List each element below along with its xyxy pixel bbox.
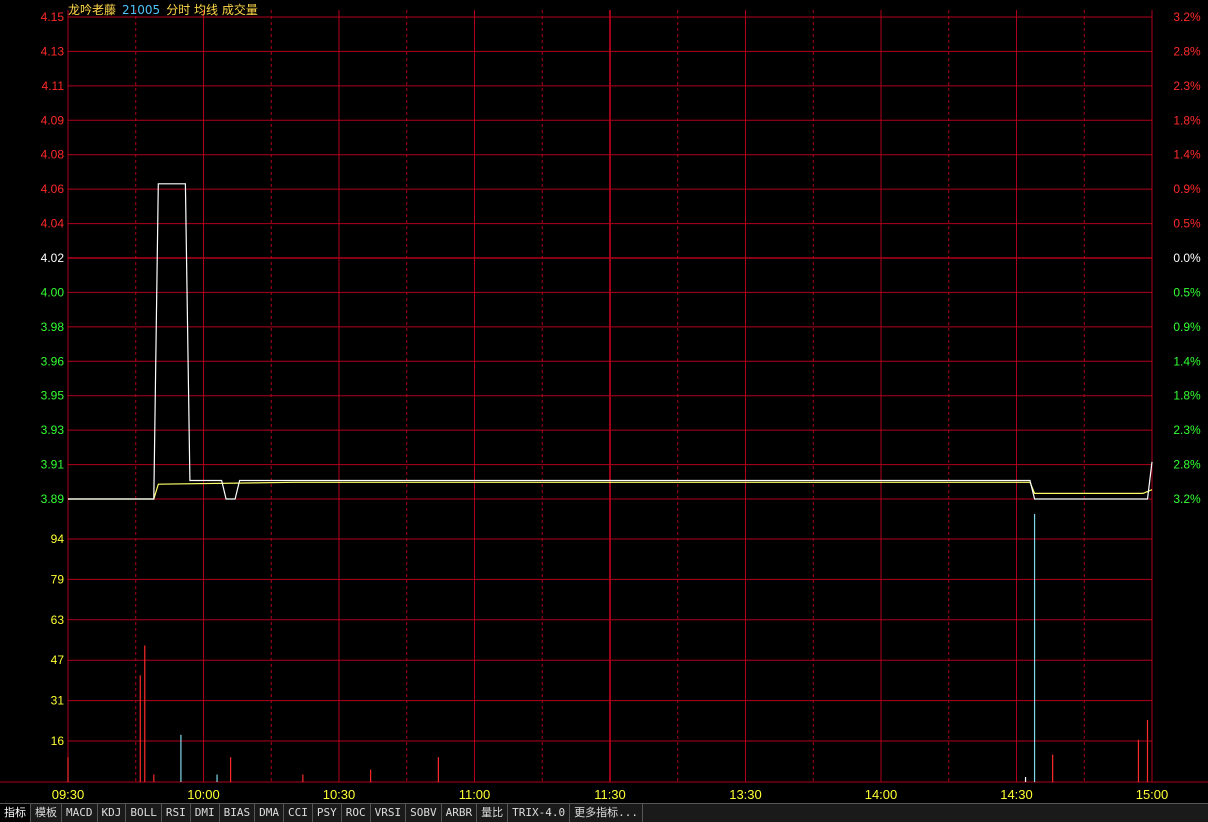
time-tick-label: 15:00 <box>1136 787 1169 802</box>
tab-sobv[interactable]: SOBV <box>406 804 442 822</box>
time-tick-label: 14:30 <box>1000 787 1033 802</box>
tab-boll[interactable]: BOLL <box>126 804 162 822</box>
percent-tick-label: 3.2% <box>1173 492 1201 506</box>
tab-psy[interactable]: PSY <box>313 804 342 822</box>
price-tick-label: 4.13 <box>41 44 65 58</box>
percent-tick-label: 2.3% <box>1173 423 1201 437</box>
percent-tick-label: 3.2% <box>1173 10 1201 24</box>
volume-tick-label: 63 <box>51 613 65 627</box>
time-tick-label: 10:00 <box>187 787 220 802</box>
stock-name: 龙吟老藤 <box>68 3 117 17</box>
time-tick-label: 09:30 <box>52 787 85 802</box>
time-tick-label: 10:30 <box>323 787 356 802</box>
volume-tick-label: 94 <box>51 532 65 546</box>
indicator-tab-bar: 指标 模板 MACD KDJ BOLL RSI DMI BIAS DMA CCI… <box>0 803 1208 822</box>
tab-rsi[interactable]: RSI <box>162 804 191 822</box>
price-tick-label: 3.89 <box>41 492 65 506</box>
percent-tick-label: 1.8% <box>1173 113 1201 127</box>
percent-tick-label: 2.8% <box>1173 458 1201 472</box>
chart-mode-label: 分时 <box>166 3 191 17</box>
avg-line-label: 均线 <box>194 3 219 17</box>
volume-tick-label: 31 <box>51 694 65 708</box>
percent-tick-label: 1.4% <box>1173 148 1201 162</box>
volume-label: 成交量 <box>221 3 258 17</box>
price-tick-label: 3.91 <box>41 458 65 472</box>
intraday-chart[interactable]: 4.15 3.2% 4.13 2.8% 4.11 2.3% 4.09 1.8% 4.08 1.4%… <box>0 0 1208 821</box>
price-tick-label: 4.15 <box>41 10 65 24</box>
price-tick-label: 3.96 <box>41 354 65 368</box>
tab-volume-ratio[interactable]: 量比 <box>477 804 509 822</box>
chart-title: 龙吟老藤 21005 分时 均线 成交量 <box>68 1 258 18</box>
percent-tick-label: 0.5% <box>1173 285 1201 299</box>
price-tick-label: 4.11 <box>42 79 65 93</box>
percent-tick-label: 1.4% <box>1173 354 1201 368</box>
time-tick-label: 13:30 <box>729 787 762 802</box>
percent-tick-label: 2.8% <box>1173 44 1201 58</box>
percent-tick-label: 0.0% <box>1173 251 1201 265</box>
tab-templates[interactable]: 模板 <box>31 804 62 822</box>
price-tick-label: 3.95 <box>41 389 65 403</box>
percent-tick-label: 0.9% <box>1173 320 1201 334</box>
tab-arbr[interactable]: ARBR <box>442 804 478 822</box>
price-tick-label: 3.98 <box>41 320 65 334</box>
price-tick-label: 3.93 <box>41 423 65 437</box>
tab-kdj[interactable]: KDJ <box>98 804 127 822</box>
time-tick-label: 14:00 <box>865 787 898 802</box>
stock-code: 21005 <box>122 3 161 17</box>
price-tick-label: 4.08 <box>41 148 65 162</box>
price-tick-label: 4.00 <box>41 285 65 299</box>
percent-tick-label: 0.9% <box>1173 182 1201 196</box>
percent-tick-label: 0.5% <box>1173 217 1201 231</box>
tab-more-indicators[interactable]: 更多指标... <box>570 804 643 822</box>
time-tick-label: 11:30 <box>594 787 626 802</box>
volume-tick-label: 16 <box>51 734 65 748</box>
price-tick-label: 4.06 <box>41 182 65 196</box>
tab-roc[interactable]: ROC <box>342 804 371 822</box>
price-tick-label: 4.02 <box>41 251 65 265</box>
percent-tick-label: 2.3% <box>1173 79 1201 93</box>
tab-vrsi[interactable]: VRSI <box>371 804 407 822</box>
time-tick-label: 11:00 <box>459 787 491 802</box>
tab-dma[interactable]: DMA <box>255 804 284 822</box>
tab-indicators[interactable]: 指标 <box>0 804 31 822</box>
price-tick-label: 4.09 <box>41 113 65 127</box>
tab-macd[interactable]: MACD <box>62 804 98 822</box>
tab-dmi[interactable]: DMI <box>191 804 220 822</box>
tab-bias[interactable]: BIAS <box>220 804 256 822</box>
volume-tick-label: 79 <box>51 572 65 586</box>
price-tick-label: 4.04 <box>41 217 65 231</box>
volume-tick-label: 47 <box>51 653 65 667</box>
percent-tick-label: 1.8% <box>1173 389 1201 403</box>
tab-cci[interactable]: CCI <box>284 804 313 822</box>
tab-trix[interactable]: TRIX-4.0 <box>508 804 571 822</box>
